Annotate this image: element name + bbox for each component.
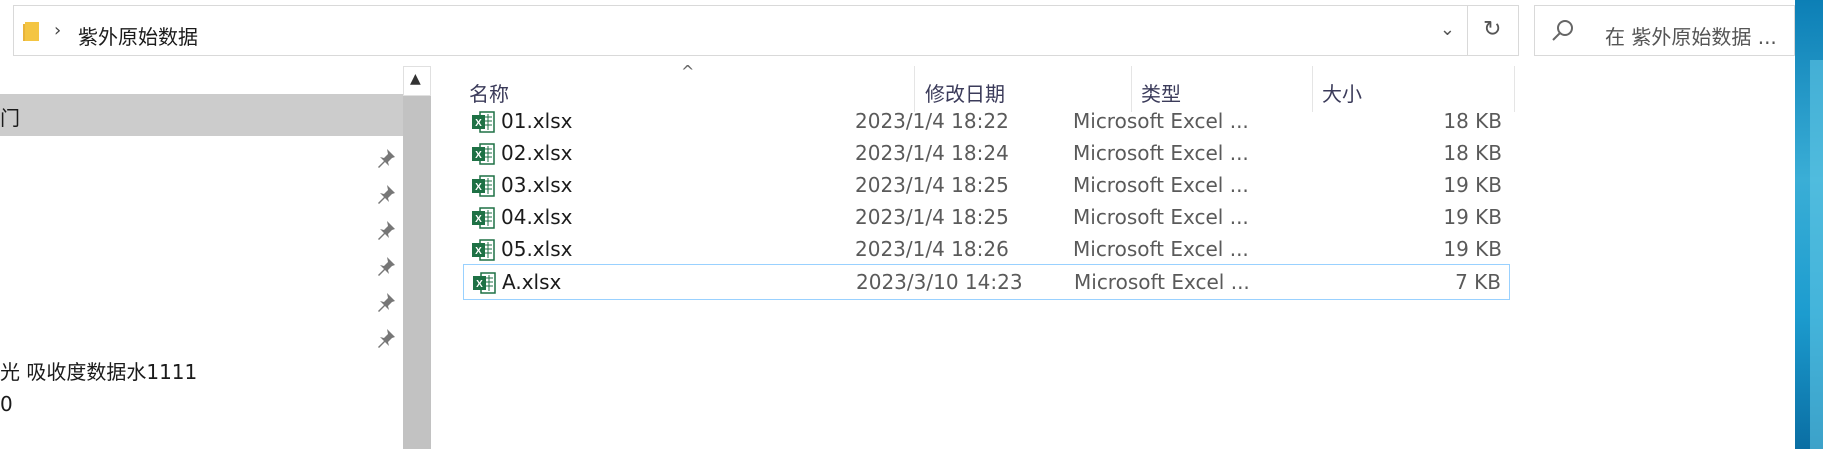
excel-file-icon: X	[472, 271, 496, 295]
nav-selected-item-label: 门	[0, 106, 20, 130]
nav-item-absorbance-folder[interactable]: 光 吸收度数据水1111	[0, 356, 197, 385]
svg-text:X: X	[475, 246, 482, 257]
search-box[interactable]: 在 紫外原始数据 ...	[1534, 5, 1795, 56]
file-name: 01.xlsx	[501, 109, 573, 133]
file-modified-date: 2023/1/4 18:25	[855, 205, 1009, 229]
pin-icon[interactable]	[376, 328, 396, 348]
file-type: Microsoft Excel ...	[1073, 237, 1249, 261]
file-row[interactable]: X 02.xlsx 2023/1/4 18:24 Microsoft Excel ..…	[463, 136, 1510, 172]
file-type: Microsoft Excel ...	[1073, 109, 1249, 133]
file-name: 05.xlsx	[501, 237, 573, 261]
excel-file-icon: X	[471, 142, 495, 166]
file-row[interactable]: X 01.xlsx 2023/1/4 18:22 Microsoft Excel ..…	[463, 104, 1510, 140]
search-icon	[1552, 20, 1573, 41]
file-size: 7 KB	[1455, 270, 1501, 294]
pin-icon[interactable]	[376, 184, 396, 204]
file-row[interactable]: X 05.xlsx 2023/1/4 18:26 Microsoft Excel ..…	[463, 232, 1510, 268]
chevron-down-icon[interactable]: ⌄	[1440, 19, 1455, 40]
file-size: 19 KB	[1443, 173, 1502, 197]
folder-icon	[23, 22, 39, 41]
breadcrumb-chevron[interactable]: ›	[54, 20, 61, 41]
nav-selected-item[interactable]	[0, 94, 403, 136]
nav-item-folder[interactable]: 0	[0, 392, 13, 416]
svg-text:X: X	[475, 118, 482, 129]
file-modified-date: 2023/1/4 18:25	[855, 173, 1009, 197]
scroll-up-button[interactable]: ▲	[403, 66, 431, 96]
nav-scrollbar[interactable]: ▲	[403, 66, 431, 449]
file-name: A.xlsx	[502, 270, 562, 294]
file-size: 19 KB	[1443, 205, 1502, 229]
scrollbar-thumb[interactable]	[403, 96, 431, 449]
svg-text:X: X	[475, 214, 482, 225]
svg-text:X: X	[476, 279, 483, 290]
file-row[interactable]: X A.xlsx 2023/3/10 14:23 Microsoft Excel ..…	[463, 264, 1510, 300]
excel-file-icon: X	[471, 174, 495, 198]
file-size: 18 KB	[1443, 141, 1502, 165]
file-row[interactable]: X 04.xlsx 2023/1/4 18:25 Microsoft Excel ..…	[463, 200, 1510, 236]
desktop-wallpaper-highlight	[1810, 60, 1823, 449]
file-size: 19 KB	[1443, 237, 1502, 261]
file-name: 03.xlsx	[501, 173, 573, 197]
address-bar[interactable]: › 紫外原始数据 ⌄	[13, 5, 1468, 56]
svg-text:X: X	[475, 150, 482, 161]
pin-icon[interactable]	[376, 256, 396, 276]
file-size: 18 KB	[1443, 109, 1502, 133]
pin-icon[interactable]	[376, 220, 396, 240]
file-type: Microsoft Excel ...	[1074, 270, 1250, 294]
file-modified-date: 2023/1/4 18:26	[855, 237, 1009, 261]
refresh-button[interactable]: ↻	[1468, 5, 1519, 56]
file-type: Microsoft Excel ...	[1073, 173, 1249, 197]
excel-file-icon: X	[471, 206, 495, 230]
excel-file-icon: X	[471, 110, 495, 134]
refresh-icon: ↻	[1483, 17, 1502, 42]
file-type: Microsoft Excel ...	[1073, 205, 1249, 229]
file-modified-date: 2023/1/4 18:22	[855, 109, 1009, 133]
search-input[interactable]: 在 紫外原始数据 ...	[1605, 21, 1777, 50]
file-list: ^ 名称 修改日期 类型 大小 X 01.xlsx 2023/1/4 18:22 Mi…	[431, 62, 1795, 449]
chevron-up-icon: ▲	[410, 71, 421, 87]
file-type: Microsoft Excel ...	[1073, 141, 1249, 165]
pin-icon[interactable]	[376, 292, 396, 312]
navigation-pane: 门 光 吸收度数据水1111 0	[0, 66, 403, 449]
file-name: 04.xlsx	[501, 205, 573, 229]
breadcrumb-current-folder[interactable]: 紫外原始数据	[78, 21, 198, 50]
file-row[interactable]: X 03.xlsx 2023/1/4 18:25 Microsoft Excel ..…	[463, 168, 1510, 204]
excel-file-icon: X	[471, 238, 495, 262]
pin-icon[interactable]	[376, 148, 396, 168]
file-modified-date: 2023/1/4 18:24	[855, 141, 1009, 165]
address-toolbar: › 紫外原始数据 ⌄ ↻ 在 紫外原始数据 ...	[0, 0, 1823, 66]
file-name: 02.xlsx	[501, 141, 573, 165]
column-divider[interactable]	[1514, 66, 1515, 112]
file-modified-date: 2023/3/10 14:23	[856, 270, 1023, 294]
svg-text:X: X	[475, 182, 482, 193]
